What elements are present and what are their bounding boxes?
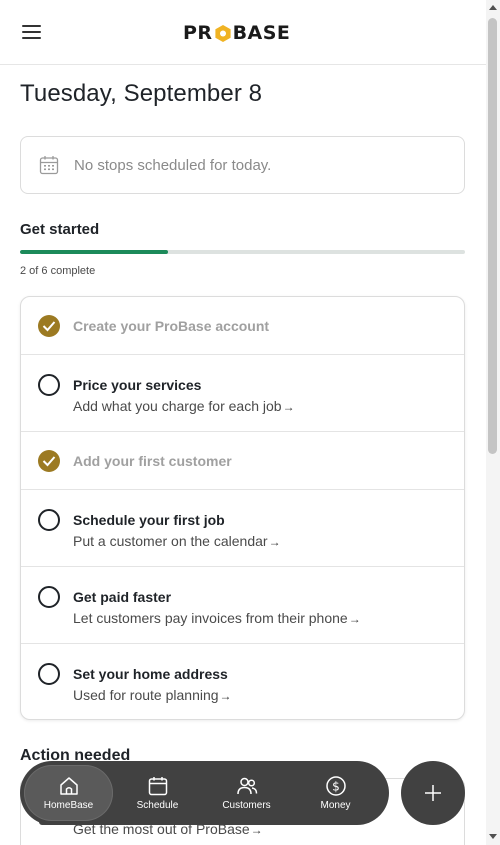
onboarding-task-list: Create your ProBase account Price your s…: [20, 296, 465, 720]
plus-icon: [425, 785, 441, 801]
nav-customers[interactable]: Customers: [202, 765, 291, 821]
task-get-paid[interactable]: Get paid faster Let customers pay invoic…: [21, 567, 464, 644]
check-empty-icon: [38, 374, 60, 396]
check-empty-icon: [38, 663, 60, 685]
task-title: Set your home address: [73, 666, 228, 682]
page-title: Tuesday, September 8: [20, 80, 263, 107]
scroll-down-arrow[interactable]: [489, 834, 497, 839]
progress-fill: [20, 250, 169, 254]
task-title: Create your ProBase account: [73, 318, 270, 334]
nav-label: HomeBase: [43, 800, 94, 811]
dollar-icon: $: [325, 776, 346, 796]
arrow-right-icon: →: [268, 535, 281, 549]
arrow-right-icon: →: [250, 823, 263, 837]
add-button[interactable]: [401, 761, 465, 825]
task-subtitle: Let customers pay invoices from their ph…: [73, 610, 348, 626]
calendar-icon: [148, 777, 167, 796]
task-subtitle: Add what you charge for each job: [73, 398, 282, 414]
probase-logo[interactable]: PR BASE: [183, 22, 290, 44]
nav-money[interactable]: $ Money: [291, 765, 380, 821]
nav-schedule[interactable]: Schedule: [113, 765, 202, 821]
check-done-icon: [38, 450, 60, 472]
check-empty-icon: [38, 586, 60, 608]
arrow-right-icon: →: [219, 689, 232, 703]
nav-label: Schedule: [136, 800, 179, 811]
task-price-services[interactable]: Price your services Add what you charge …: [21, 355, 464, 432]
task-subtitle: Used for route planning: [73, 687, 219, 703]
task-title: Price your services: [73, 377, 202, 393]
stops-card[interactable]: No stops scheduled for today.: [20, 136, 465, 194]
task-subtitle: Put a customer on the calendar: [73, 533, 268, 549]
vertical-scrollbar[interactable]: [486, 0, 500, 845]
check-done-icon: [38, 315, 60, 337]
task-schedule-job[interactable]: Schedule your first job Put a customer o…: [21, 490, 464, 567]
nav-label: Money: [320, 800, 351, 811]
calendar-icon: [39, 156, 59, 175]
progress-text: 2 of 6 complete: [20, 265, 96, 277]
task-title: Add your first customer: [73, 453, 232, 469]
scroll-thumb[interactable]: [488, 18, 497, 454]
task-create-account[interactable]: Create your ProBase account: [21, 297, 464, 355]
task-home-address[interactable]: Set your home address Used for route pla…: [21, 644, 464, 719]
no-stops-message: No stops scheduled for today.: [74, 156, 272, 174]
get-started-heading: Get started: [20, 221, 100, 238]
svg-text:$: $: [332, 780, 340, 794]
logo-hexagon-icon: [214, 24, 231, 42]
onboarding-progress-bar: [20, 250, 465, 254]
users-icon: [236, 777, 257, 795]
app-header: PR BASE: [0, 0, 486, 65]
bottom-navigation: HomeBase Schedule Customers $ Money: [20, 761, 389, 825]
home-icon: [59, 777, 78, 795]
task-title: Get paid faster: [73, 589, 172, 605]
scroll-up-arrow[interactable]: [489, 5, 497, 10]
nav-label: Customers: [222, 800, 271, 811]
hamburger-menu-icon[interactable]: [22, 24, 42, 40]
task-title: Schedule your first job: [73, 512, 225, 528]
arrow-right-icon: →: [282, 400, 295, 414]
arrow-right-icon: →: [348, 612, 361, 626]
task-add-customer[interactable]: Add your first customer: [21, 432, 464, 490]
nav-homebase[interactable]: HomeBase: [24, 765, 113, 821]
check-empty-icon: [38, 509, 60, 531]
